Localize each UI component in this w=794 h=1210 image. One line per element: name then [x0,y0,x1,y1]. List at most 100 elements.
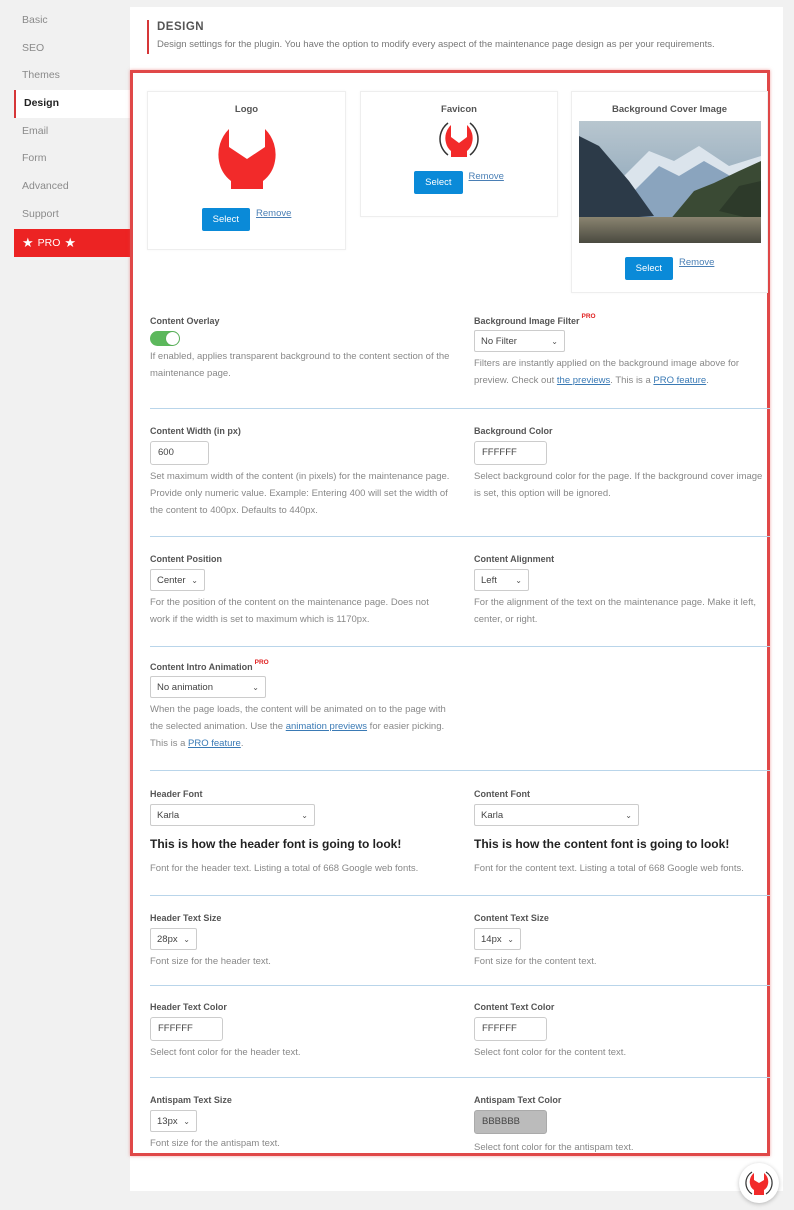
animation-previews-link[interactable]: animation previews [286,721,367,732]
sidebar-item-support[interactable]: Support [0,201,130,229]
content-font-desc: Font for the content text. Listing a tot… [474,863,744,874]
sidebar-item-pro[interactable]: ★ PRO ★ [14,228,130,257]
pro-feature-link[interactable]: PRO feature [653,375,706,386]
pro-badge: PRO [254,659,269,666]
star-icon: ★ [64,235,77,250]
favicon-title: Favicon [441,104,477,115]
content-overlay-toggle[interactable] [150,331,180,346]
header-color-label: Header Text Color [150,1002,227,1012]
cover-select-button[interactable]: Select [624,257,674,280]
content-width-desc: Set maximum width of the content (in pix… [150,471,450,516]
intro-animation-select[interactable]: No animation ⌄ [150,676,266,698]
plugin-fab-button[interactable] [739,1163,779,1203]
antispam-size-label: Antispam Text Size [150,1095,232,1105]
page-description: Design settings for the plugin. You have… [157,39,715,50]
content-overlay-desc: If enabled, applies transparent backgrou… [150,351,450,379]
antispam-size-desc: Font size for the antispam text. [150,1138,280,1149]
content-width-input[interactable]: 600 [150,441,209,465]
bg-color-input[interactable]: FFFFFF [474,441,547,465]
header-font-select[interactable]: Karla ⌄ [150,804,315,826]
bg-color-desc: Select background color for the page. If… [474,471,763,499]
chevron-down-icon: ⌄ [183,1116,190,1126]
header-size-desc: Font size for the header text. [150,956,271,967]
content-position-select[interactable]: Center ⌄ [150,569,205,591]
header-font-preview: This is how the header font is going to … [150,837,402,851]
chevron-down-icon: ⌄ [515,575,522,585]
favicon-select-button[interactable]: Select [414,171,463,194]
intro-animation-desc: When the page loads, the content will be… [150,704,446,749]
sidebar-item-themes[interactable]: Themes [0,62,130,90]
pro-feature-link[interactable]: PRO feature [188,738,241,749]
content-font-preview: This is how the content font is going to… [474,837,730,851]
bg-color-label: Background Color [474,426,553,436]
sidebar-item-design[interactable]: Design [14,90,130,118]
sidebar-item-email[interactable]: Email [0,118,130,146]
previews-link[interactable]: the previews [557,375,610,386]
bg-filter-desc: Filters are instantly applied on the bac… [474,358,740,386]
bg-filter-label: Background Image Filter PRO [474,313,596,326]
sidebar-item-advanced[interactable]: Advanced [0,173,130,201]
header-color-input[interactable]: FFFFFF [150,1017,223,1041]
content-size-select[interactable]: 14px ⌄ [474,928,521,950]
content-color-input[interactable]: FFFFFF [474,1017,547,1041]
chevron-down-icon: ⌄ [183,934,190,944]
intro-animation-label: Content Intro Animation PRO [150,659,269,672]
antispam-size-select[interactable]: 13px ⌄ [150,1110,197,1132]
settings-row: Header Text Size 28px ⌄ Font size for the… [150,913,770,986]
sidebar-item-form[interactable]: Form [0,145,130,173]
page-title: DESIGN [157,21,205,33]
cover-image-title: Background Cover Image [611,104,728,115]
bg-filter-select[interactable]: No Filter ⌄ [474,330,565,352]
chevron-down-icon: ⌄ [507,934,514,944]
highlight-frame: Logo Select Remove Favicon Select Remove [130,70,770,1156]
sidebar-item-seo[interactable]: SEO [0,35,130,63]
settings-row: Content Position Center ⌄ For the positio… [150,554,770,647]
content-alignment-desc: For the alignment of the text on the mai… [474,597,756,625]
wrench-power-icon [745,1171,773,1195]
content-alignment-label: Content Alignment [474,554,555,564]
content-color-label: Content Text Color [474,1002,555,1012]
favicon-card: Favicon Select Remove [360,91,558,217]
content-color-desc: Select font color for the content text. [474,1047,627,1058]
settings-row: Content Overlay If enabled, applies tran… [150,313,770,409]
antispam-color-desc: Select font color for the antispam text. [474,1142,634,1153]
logo-select-button[interactable]: Select [201,208,251,231]
antispam-color-label: Antispam Text Color [474,1095,562,1105]
settings-row: Content Width (in px) 600 Set maximum wi… [150,426,770,537]
content-width-label: Content Width (in px) [150,426,241,436]
sidebar-pro-label: PRO [37,236,61,249]
content-size-desc: Font size for the content text. [474,956,597,967]
favicon-wrench-icon [439,122,479,157]
section-header: DESIGN Design settings for the plugin. Y… [147,20,715,54]
settings-row: Header Text Color FFFFFF Select font col… [150,1002,770,1078]
content-font-select[interactable]: Karla ⌄ [474,804,639,826]
content-position-label: Content Position [150,554,222,564]
content-position-desc: For the position of the content on the m… [150,597,429,625]
cover-image-card: Background Cover Image Select Remove [571,91,768,293]
header-size-label: Header Text Size [150,913,222,923]
content-font-label: Content Font [474,789,530,799]
settings-row: Antispam Text Size 13px ⌄ Font size for t… [150,1095,770,1155]
cover-remove-link[interactable]: Remove [679,257,714,268]
antispam-color-input[interactable]: BBBBBB [474,1110,547,1134]
chevron-down-icon: ⌄ [625,810,632,820]
chevron-down-icon: ⌄ [301,810,308,820]
header-size-select[interactable]: 28px ⌄ [150,928,197,950]
header-color-desc: Select font color for the header text. [150,1047,301,1058]
settings-sidebar: Basic SEO Themes Design Email Form Advan… [0,0,130,257]
chevron-down-icon: ⌄ [551,336,558,346]
logo-card: Logo Select Remove [147,91,346,250]
star-icon: ★ [22,235,34,250]
settings-row: Content Intro Animation PRO No animation ⌄… [150,659,770,771]
header-font-desc: Font for the header text. Listing a tota… [150,863,419,874]
favicon-remove-link[interactable]: Remove [469,171,504,182]
settings-row: Header Font Karla ⌄ This is how the heade… [150,789,770,896]
pro-badge: PRO [581,313,596,320]
chevron-down-icon: ⌄ [191,575,198,585]
content-alignment-select[interactable]: Left ⌄ [474,569,529,591]
chevron-down-icon: ⌄ [252,682,259,692]
content-overlay-label: Content Overlay [150,316,220,326]
logo-remove-link[interactable]: Remove [256,208,291,219]
logo-wrench-icon [217,129,276,189]
sidebar-item-basic[interactable]: Basic [0,7,130,35]
